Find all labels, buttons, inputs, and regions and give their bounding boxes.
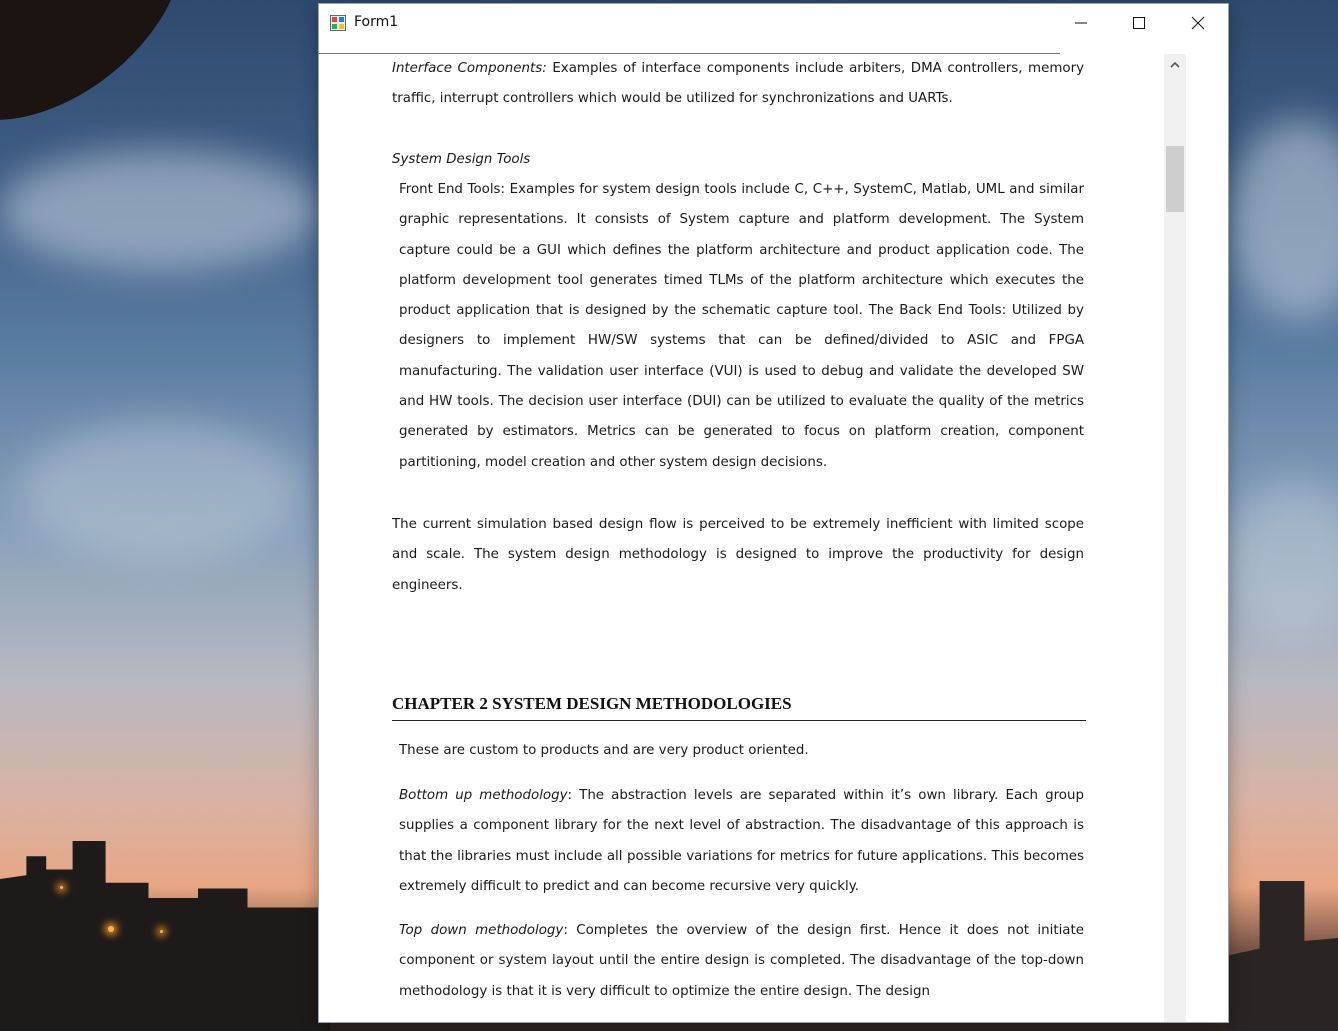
paragraph-simulation-flow: The current simulation based design flow…: [392, 517, 1084, 593]
tree-silhouette: [0, 0, 185, 120]
window-right-margin: [1186, 42, 1228, 1022]
vertical-scrollbar[interactable]: [1164, 54, 1186, 1022]
city-skyline-right: [1226, 881, 1338, 1031]
paragraph-bottom-up: Bottom up methodology: The abstraction l…: [399, 781, 1084, 902]
maximize-button[interactable]: [1110, 4, 1168, 42]
document-viewer[interactable]: Interface Components: Examples of interf…: [319, 54, 1164, 1022]
minimize-button[interactable]: [1052, 4, 1110, 42]
system-design-tools-heading: System Design Tools: [392, 152, 531, 167]
minimize-icon: [1075, 22, 1087, 24]
scrollbar-thumb[interactable]: [1166, 146, 1184, 212]
paragraph-interface-components: Interface Components: Examples of interf…: [392, 54, 1084, 115]
scroll-up-arrow-icon[interactable]: [1169, 60, 1181, 70]
title-bar[interactable]: Form1: [319, 4, 1228, 42]
form1-window: Form1 Interface Components: Examples of …: [319, 4, 1228, 1022]
bottom-up-lead: Bottom up methodology: [399, 788, 568, 803]
bottom-up-text: : The abstraction levels are separated w…: [399, 788, 1084, 894]
form-app-icon: [330, 15, 346, 31]
maximize-icon: [1133, 17, 1145, 29]
city-skyline-left: [0, 841, 330, 1031]
chapter-2-heading: CHAPTER 2 SYSTEM DESIGN METHODOLOGIES: [392, 694, 1086, 721]
window-title: Form1: [354, 14, 399, 30]
paragraph-custom-products: These are custom to products and are ver…: [399, 743, 809, 758]
paragraph-top-down: Top down methodology: Completes the over…: [399, 916, 1084, 1007]
close-icon: [1191, 16, 1205, 30]
interface-components-lead: Interface Components:: [392, 61, 547, 76]
close-button[interactable]: [1169, 4, 1227, 42]
paragraph-front-end-tools: Front End Tools: Examples for system des…: [399, 182, 1084, 470]
top-down-lead: Top down methodology: [399, 923, 564, 938]
